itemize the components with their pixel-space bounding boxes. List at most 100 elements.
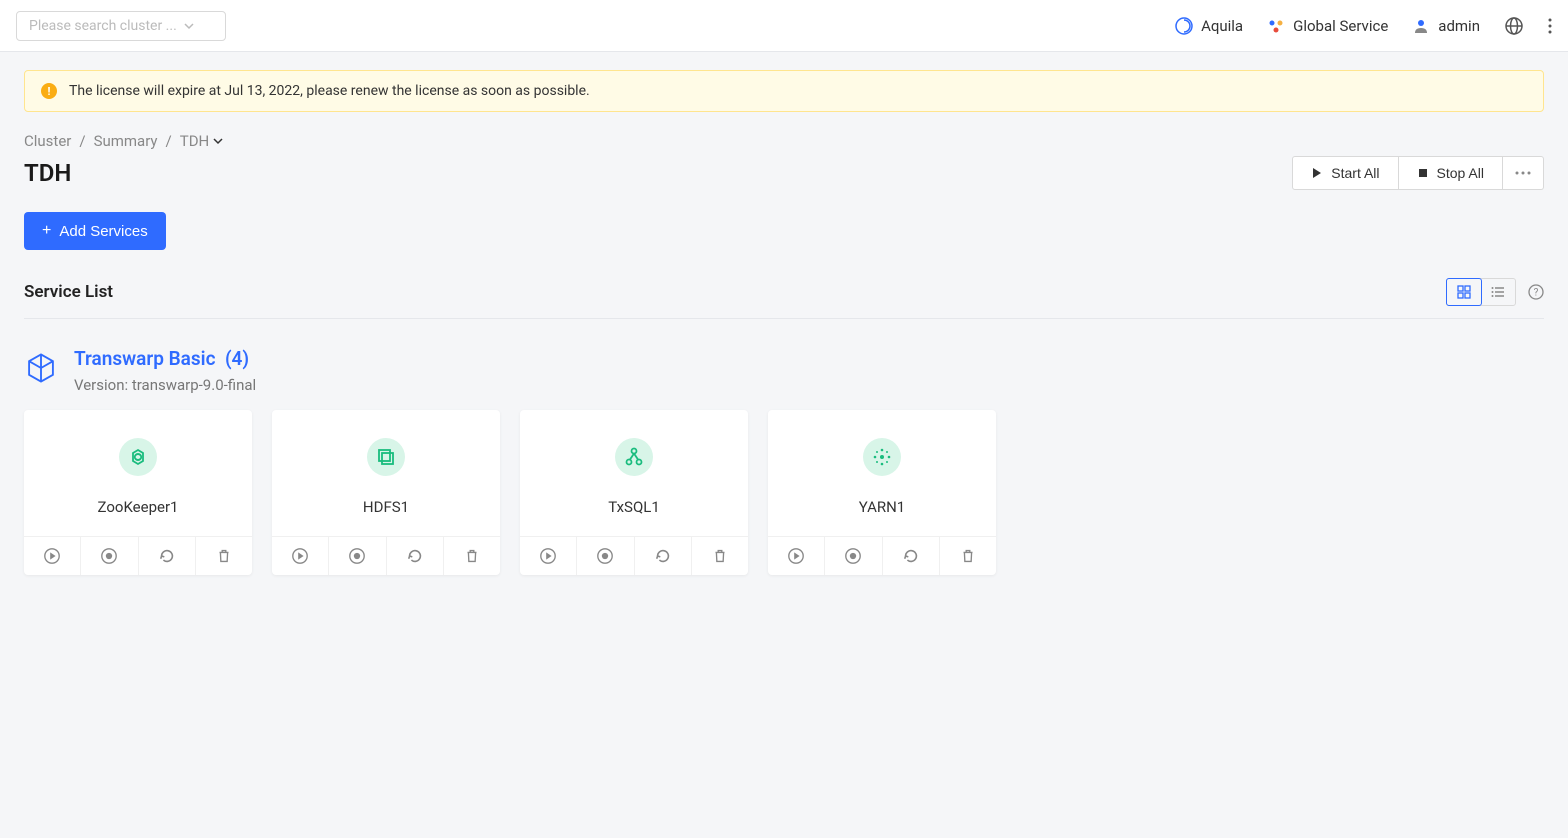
start-all-button[interactable]: Start All xyxy=(1292,156,1398,190)
restart-button[interactable] xyxy=(635,537,692,575)
restart-icon xyxy=(654,547,672,565)
page-title: TDH xyxy=(24,159,71,187)
title-actions: Start All Stop All xyxy=(1292,156,1544,190)
stop-button[interactable] xyxy=(81,537,138,575)
stop-icon xyxy=(1417,167,1429,179)
aquila-label: Aquila xyxy=(1201,17,1243,35)
license-alert: ! The license will expire at Jul 13, 202… xyxy=(24,70,1544,112)
service-name: YARN1 xyxy=(859,498,905,516)
play-icon xyxy=(787,547,805,565)
group-version: Version: transwarp-9.0-final xyxy=(74,376,256,394)
help-icon[interactable]: ? xyxy=(1528,284,1544,300)
card-body: TxSQL1 xyxy=(520,410,748,536)
grid-icon xyxy=(1457,285,1471,299)
card-actions xyxy=(520,536,748,575)
play-icon xyxy=(291,547,309,565)
title-row: TDH Start All Stop All xyxy=(24,156,1544,190)
service-list-header: Service List ? xyxy=(24,278,1544,319)
stop-button[interactable] xyxy=(329,537,386,575)
delete-button[interactable] xyxy=(692,537,748,575)
add-services-button[interactable]: + Add Services xyxy=(24,212,166,250)
delete-icon xyxy=(959,547,977,565)
breadcrumb-current[interactable]: TDH xyxy=(180,132,224,150)
restart-button[interactable] xyxy=(387,537,444,575)
group-info: Transwarp Basic (4) Version: transwarp-9… xyxy=(74,347,256,394)
more-menu-icon[interactable] xyxy=(1548,18,1552,34)
plus-icon: + xyxy=(42,222,51,240)
stop-button[interactable] xyxy=(577,537,634,575)
group-title[interactable]: Transwarp Basic (4) xyxy=(74,347,256,370)
service-icon xyxy=(615,438,653,476)
card-body: ZooKeeper1 xyxy=(24,410,252,536)
card-body: YARN1 xyxy=(768,410,996,536)
globe-icon[interactable] xyxy=(1504,16,1524,36)
delete-button[interactable] xyxy=(940,537,996,575)
restart-icon xyxy=(902,547,920,565)
delete-button[interactable] xyxy=(444,537,500,575)
content-area: ! The license will expire at Jul 13, 202… xyxy=(0,52,1568,593)
list-icon xyxy=(1491,285,1505,299)
group-logo-icon xyxy=(24,351,58,385)
global-service-icon xyxy=(1267,17,1285,35)
restart-button[interactable] xyxy=(883,537,940,575)
service-card[interactable]: ZooKeeper1 xyxy=(24,410,252,575)
breadcrumb-sep: / xyxy=(79,132,85,150)
play-button[interactable] xyxy=(768,537,825,575)
delete-button[interactable] xyxy=(196,537,252,575)
user-icon xyxy=(1412,17,1430,35)
service-card[interactable]: HDFS1 xyxy=(272,410,500,575)
service-card[interactable]: TxSQL1 xyxy=(520,410,748,575)
breadcrumb-summary[interactable]: Summary xyxy=(94,132,158,150)
chevron-down-icon xyxy=(213,136,223,146)
header-right: Aquila Global Service admin xyxy=(1175,16,1552,36)
global-service-label: Global Service xyxy=(1293,17,1388,35)
play-icon xyxy=(539,547,557,565)
search-placeholder: Please search cluster ... xyxy=(29,18,177,34)
aquila-link[interactable]: Aquila xyxy=(1175,17,1243,35)
play-button[interactable] xyxy=(520,537,577,575)
play-button[interactable] xyxy=(272,537,329,575)
card-body: HDFS1 xyxy=(272,410,500,536)
stop-icon xyxy=(596,547,614,565)
card-actions xyxy=(272,536,500,575)
aquila-icon xyxy=(1175,17,1193,35)
stop-all-button[interactable]: Stop All xyxy=(1399,156,1503,190)
breadcrumb-sep: / xyxy=(166,132,172,150)
top-header: Please search cluster ... Aquila Global … xyxy=(0,0,1568,52)
restart-icon xyxy=(406,547,424,565)
cluster-search-select[interactable]: Please search cluster ... xyxy=(16,11,226,41)
card-actions xyxy=(768,536,996,575)
alert-text: The license will expire at Jul 13, 2022,… xyxy=(69,83,590,99)
service-icon xyxy=(863,438,901,476)
restart-button[interactable] xyxy=(139,537,196,575)
service-card[interactable]: YARN1 xyxy=(768,410,996,575)
ellipsis-icon xyxy=(1515,171,1531,175)
stop-button[interactable] xyxy=(825,537,882,575)
service-name: TxSQL1 xyxy=(608,498,660,516)
play-icon xyxy=(43,547,61,565)
list-view-button[interactable] xyxy=(1481,279,1515,305)
delete-icon xyxy=(711,547,729,565)
svg-text:?: ? xyxy=(1534,288,1539,299)
service-name: HDFS1 xyxy=(363,498,409,516)
warning-icon: ! xyxy=(41,83,57,99)
user-menu[interactable]: admin xyxy=(1412,17,1480,35)
service-icon xyxy=(119,438,157,476)
play-button[interactable] xyxy=(24,537,81,575)
service-name: ZooKeeper1 xyxy=(98,498,179,516)
service-list-title: Service List xyxy=(24,282,113,302)
breadcrumb: Cluster / Summary / TDH xyxy=(24,132,1544,150)
stop-icon xyxy=(348,547,366,565)
more-actions-button[interactable] xyxy=(1503,156,1544,190)
user-label: admin xyxy=(1438,17,1480,35)
play-icon xyxy=(1311,167,1323,179)
global-service-link[interactable]: Global Service xyxy=(1267,17,1388,35)
grid-view-button[interactable] xyxy=(1446,278,1482,306)
delete-icon xyxy=(463,547,481,565)
delete-icon xyxy=(215,547,233,565)
breadcrumb-cluster[interactable]: Cluster xyxy=(24,132,71,150)
service-group-header: Transwarp Basic (4) Version: transwarp-9… xyxy=(24,347,1544,394)
chevron-down-icon xyxy=(183,20,195,32)
restart-icon xyxy=(158,547,176,565)
service-icon xyxy=(367,438,405,476)
